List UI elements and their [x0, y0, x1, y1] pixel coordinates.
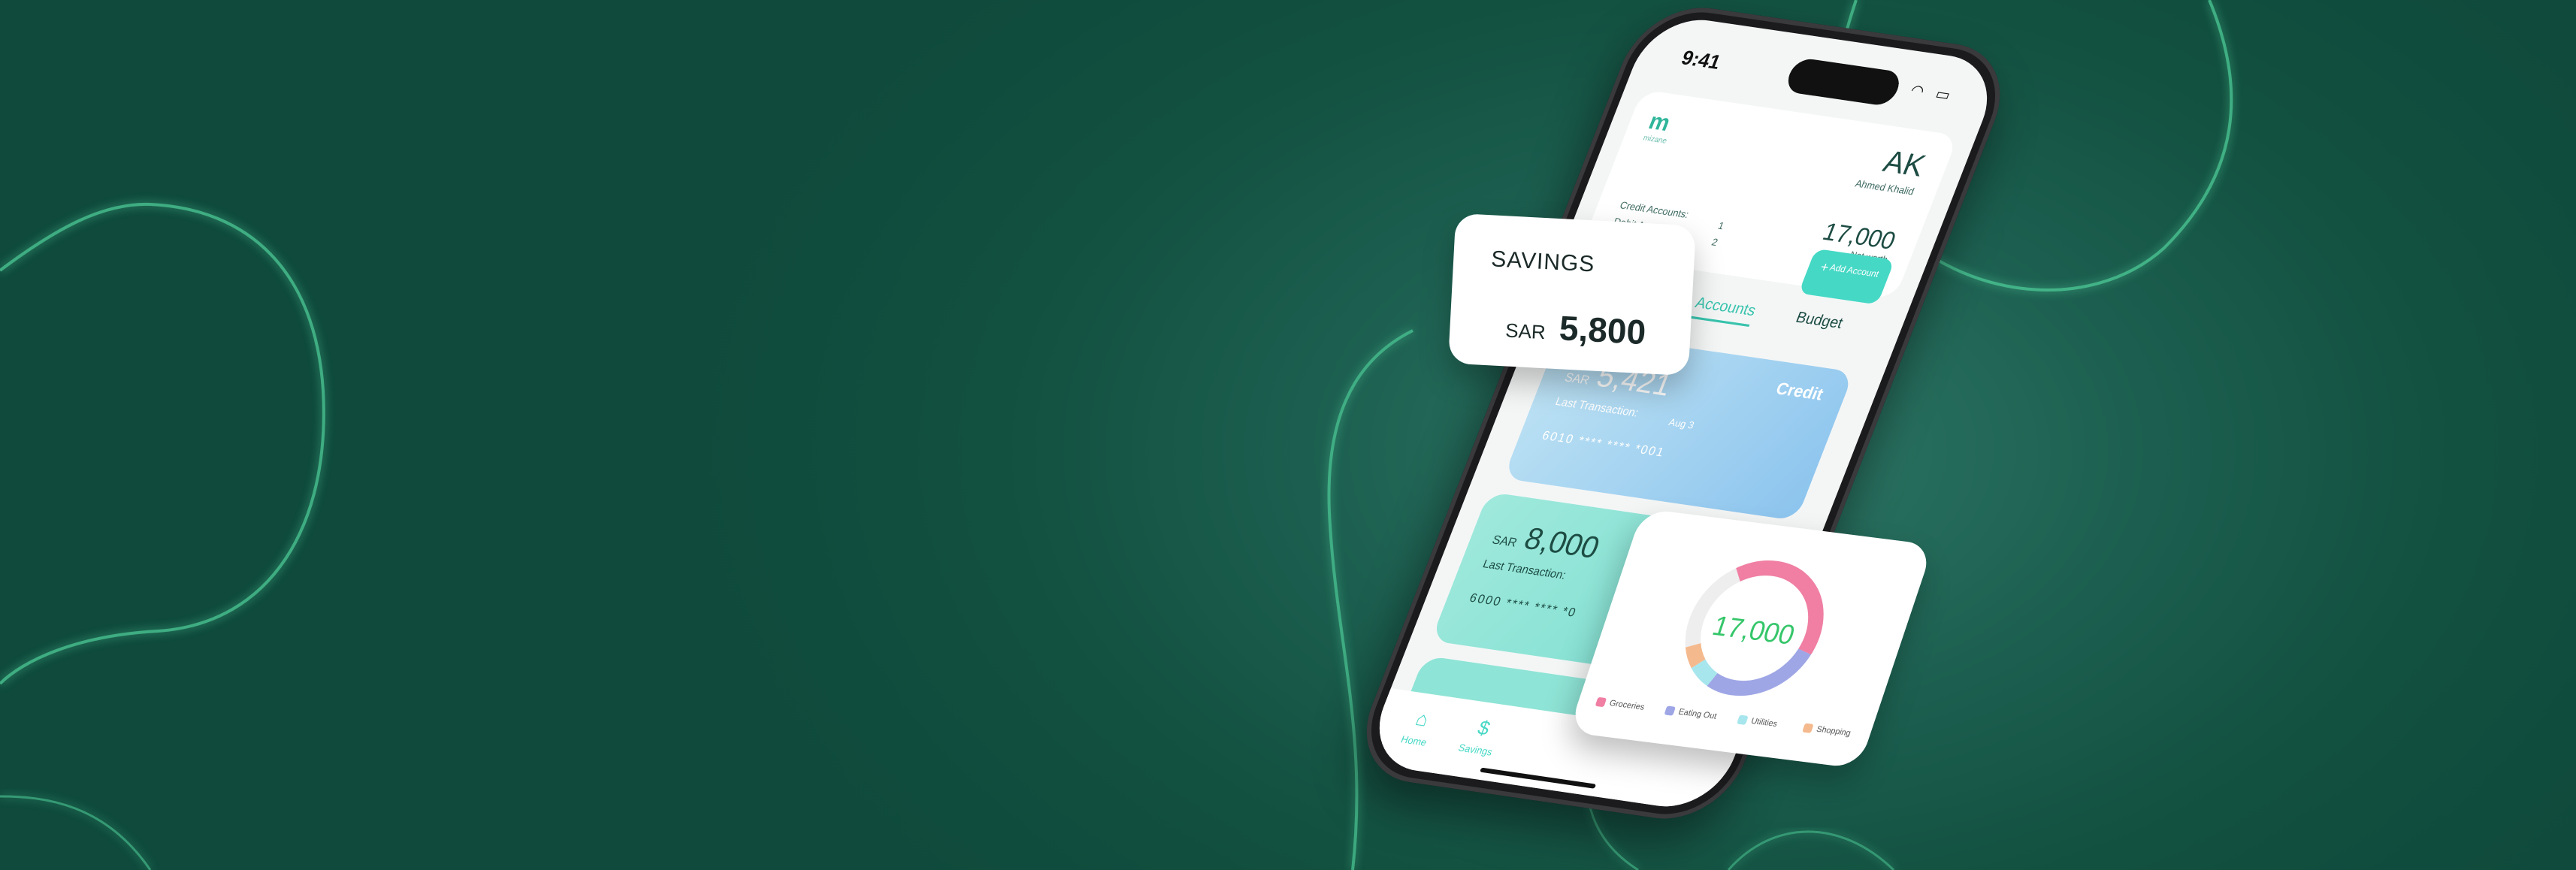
tab-budget[interactable]: Budget: [1793, 309, 1846, 333]
legend-label: Eating Out: [1677, 707, 1719, 721]
savings-currency: SAR: [1504, 319, 1547, 344]
savings-amount: SAR 5,800: [1504, 304, 1647, 352]
nav-home-label: Home: [1399, 733, 1429, 748]
home-indicator: [1480, 767, 1597, 789]
tab-accounts[interactable]: Accounts: [1689, 294, 1758, 328]
legend-swatch: [1664, 705, 1676, 716]
legend-swatch: [1802, 723, 1814, 734]
last-transaction-label: Last Transaction:: [1480, 557, 1568, 582]
legend-item-utilities: Utilities: [1737, 714, 1779, 730]
nav-savings[interactable]: $ Savings: [1457, 714, 1505, 758]
background-curves: [0, 0, 2233, 870]
card-balance: SAR8,000: [1489, 517, 1604, 565]
card-number: 6010 **** **** *001: [1540, 429, 1667, 460]
savings-value: 5,800: [1558, 308, 1647, 352]
dollar-icon: $: [1474, 715, 1494, 740]
legend-swatch: [1737, 714, 1749, 726]
nav-savings-label: Savings: [1456, 742, 1495, 758]
donut-slice-shopping: [1685, 642, 1706, 669]
legend-label: Utilities: [1749, 716, 1779, 729]
legend-label: Groceries: [1607, 698, 1646, 712]
add-account-label: Add Account: [1828, 261, 1881, 279]
donut-slice-utilities: [1691, 659, 1718, 687]
legend-swatch: [1595, 696, 1607, 708]
logo-mark: m: [1645, 108, 1674, 137]
card-number: 6000 **** **** *0: [1468, 591, 1579, 620]
card-currency: SAR: [1562, 371, 1592, 388]
card-amount: 8,000: [1519, 521, 1604, 565]
debit-accounts-value: 2: [1710, 236, 1720, 249]
user-initials: AK: [1879, 144, 1930, 183]
card-currency: SAR: [1490, 533, 1519, 550]
credit-accounts-value: 1: [1716, 219, 1726, 232]
app-logo: m mizane: [1642, 109, 1678, 146]
status-time: 9:41: [1678, 45, 1725, 74]
legend-label: Shopping: [1815, 724, 1852, 739]
card-type-label: Credit: [1773, 378, 1827, 404]
account-count-values: 1 2: [1709, 218, 1727, 252]
savings-card: SAVINGS SAR 5,800: [1447, 213, 1697, 376]
home-icon: ⌂: [1412, 706, 1433, 731]
savings-title: SAVINGS: [1490, 246, 1596, 277]
nav-home[interactable]: ⌂ Home: [1399, 706, 1439, 748]
legend-item-shopping: Shopping: [1802, 723, 1852, 739]
legend-item-eating-out: Eating Out: [1664, 705, 1718, 721]
legend-item-groceries: Groceries: [1595, 696, 1646, 712]
status-bar: 9:41 ▮▮ ◠ ▭: [1678, 46, 1958, 107]
last-transaction-date: Aug 3: [1667, 415, 1696, 431]
last-transaction-label: Last Transaction:: [1553, 394, 1640, 420]
